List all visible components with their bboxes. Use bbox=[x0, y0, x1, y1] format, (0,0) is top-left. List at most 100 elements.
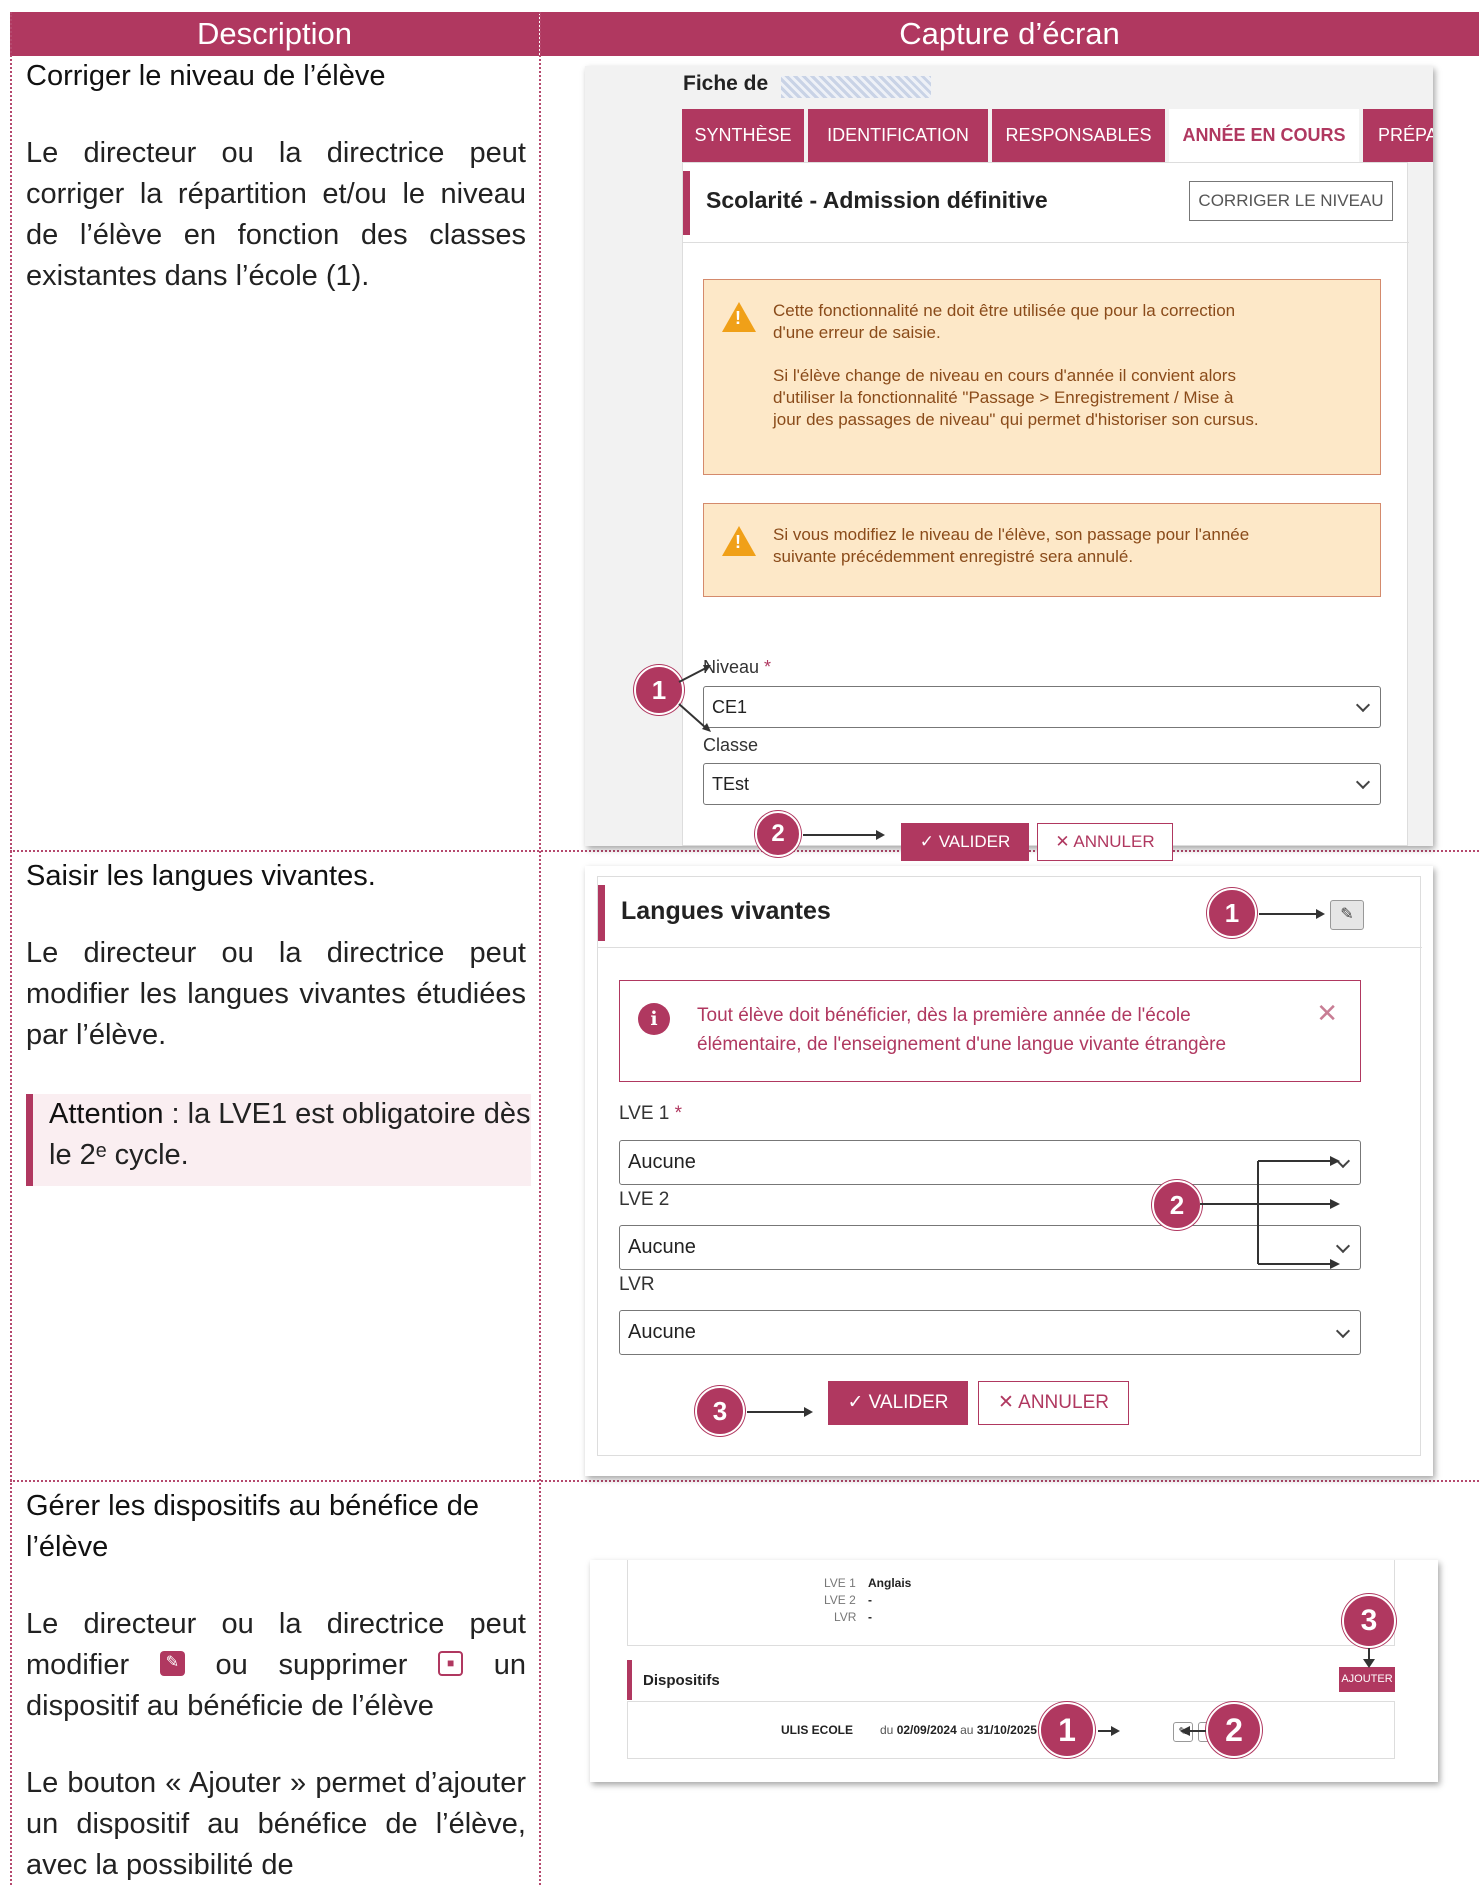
lve1-label-text: LVE 1 bbox=[619, 1103, 670, 1124]
close-icon[interactable]: ✕ bbox=[1316, 999, 1338, 1028]
screenshot-langues-vivantes: Langues vivantes ✎ i Tout élève doit bén… bbox=[585, 866, 1433, 1476]
dispositif-dates: du 02/09/2024 au 31/10/2025 bbox=[880, 1723, 1037, 1737]
lvr-value: Aucune bbox=[628, 1321, 696, 1343]
tab-prepa[interactable]: PRÉPA bbox=[1363, 109, 1433, 162]
info-icon: i bbox=[638, 1003, 670, 1035]
row3-description: Gérer les dispositifs au bénéfice de l’é… bbox=[26, 1486, 526, 1886]
scolarite-panel: Scolarité - Admission définitive CORRIGE… bbox=[682, 162, 1409, 861]
warning1-line: jour des passages de niveau" qui permet … bbox=[773, 410, 1259, 429]
tab-responsables[interactable]: RESPONSABLES bbox=[992, 109, 1165, 162]
row3-paragraph2: Le bouton « Ajouter » permet d’ajouter u… bbox=[26, 1767, 526, 1881]
row-separator bbox=[10, 1480, 1479, 1482]
row1-paragraph: Le directeur ou la directrice peut corri… bbox=[26, 137, 526, 292]
tab-annee-en-cours[interactable]: ANNÉE EN COURS bbox=[1169, 109, 1359, 162]
classe-select[interactable]: TEst bbox=[703, 763, 1381, 805]
chevron-down-icon bbox=[1335, 1323, 1351, 1338]
fiche-title: Fiche de bbox=[683, 72, 769, 95]
callout-arrows-1 bbox=[678, 665, 711, 732]
callout-badge-1: 1 bbox=[1039, 1702, 1095, 1758]
warning1-text: Cette fonctionnalité ne doit être utilis… bbox=[773, 300, 1259, 431]
au-text: au bbox=[960, 1723, 974, 1737]
info-line: élémentaire, de l'enseignement d'une lan… bbox=[697, 1034, 1227, 1055]
tab-synthese[interactable]: SYNTHÈSE bbox=[682, 109, 804, 162]
corriger-niveau-button[interactable]: CORRIGER LE NIVEAU bbox=[1189, 181, 1393, 221]
callout-badge-2: 2 bbox=[1152, 1180, 1202, 1230]
row3-p1-part-b: ou supprimer bbox=[215, 1649, 408, 1681]
row2-title: Saisir les langues vivantes. bbox=[26, 860, 376, 892]
warning2-line: suivante précédemment enregistré sera an… bbox=[773, 547, 1134, 566]
chevron-down-icon bbox=[1355, 697, 1371, 713]
lvr-label: LVR bbox=[619, 1274, 655, 1295]
callout-arrow-3 bbox=[747, 1407, 813, 1417]
lvr-select[interactable]: Aucune bbox=[619, 1310, 1361, 1355]
divider bbox=[598, 947, 1422, 948]
warning-passage: Si vous modifiez le niveau de l'élève, s… bbox=[703, 503, 1381, 597]
info-text: Tout élève doit bénéficier, dès la premi… bbox=[697, 1001, 1226, 1059]
lve1-label: LVE 1 * bbox=[619, 1103, 682, 1125]
callout-badge-3: 3 bbox=[695, 1386, 745, 1436]
classe-value: TEst bbox=[712, 774, 750, 794]
warning1-line: Si l'élève change de niveau en cours d'a… bbox=[773, 366, 1236, 385]
valider-button[interactable]: ✓ VALIDER bbox=[901, 823, 1029, 861]
fiche-header: Fiche de bbox=[585, 66, 1433, 106]
section-bar bbox=[683, 171, 690, 235]
attention-label: Attention bbox=[49, 1098, 164, 1130]
divider bbox=[683, 242, 1409, 243]
callout-arrow-3 bbox=[1363, 1648, 1375, 1668]
lve1-value: Anglais bbox=[868, 1576, 912, 1590]
section-bar bbox=[627, 1660, 632, 1700]
row1-description: Corriger le niveau de l’élève Le directe… bbox=[26, 56, 526, 297]
section-title: Langues vivantes bbox=[621, 897, 831, 925]
callout-arrow-2 bbox=[803, 830, 885, 840]
screenshot-annee-en-cours: Fiche de SYNTHÈSE IDENTIFICATION RESPONS… bbox=[585, 66, 1433, 861]
row1-title: Corriger le niveau de l’élève bbox=[26, 60, 386, 92]
dispositif-name: ULIS ECOLE bbox=[781, 1723, 854, 1737]
header-capture: Capture d’écran bbox=[540, 12, 1479, 56]
lve2-value: - bbox=[868, 1593, 872, 1607]
du-text: du bbox=[880, 1723, 894, 1737]
valider-button[interactable]: ✓ VALIDER bbox=[828, 1381, 968, 1425]
callout-badge-2: 2 bbox=[1206, 1702, 1262, 1758]
info-box: i Tout élève doit bénéficier, dès la pre… bbox=[619, 980, 1361, 1082]
row2-description: Saisir les langues vivantes. Le directeu… bbox=[26, 856, 526, 1056]
lvr-value: - bbox=[868, 1610, 872, 1624]
warning2-text: Si vous modifiez le niveau de l'élève, s… bbox=[773, 524, 1249, 568]
callout-badge-2: 2 bbox=[755, 811, 801, 857]
row3-paragraph1: Le directeur ou la directrice peut modif… bbox=[26, 1604, 526, 1727]
section-title: Scolarité - Admission définitive bbox=[706, 187, 1048, 213]
lve2-value: Aucune bbox=[628, 1236, 696, 1258]
warning2-line: Si vous modifiez le niveau de l'élève, s… bbox=[773, 525, 1250, 544]
attention-note: Attention : la LVE1 est obligatoire dès … bbox=[26, 1094, 531, 1186]
tab-identification[interactable]: IDENTIFICATION bbox=[808, 109, 988, 162]
required-marker: * bbox=[674, 1103, 683, 1124]
pencil-icon[interactable]: ✎ bbox=[1330, 900, 1364, 930]
header-description: Description bbox=[10, 12, 539, 56]
dispositif-row: ULIS ECOLE du 02/09/2024 au 31/10/2025 ✎… bbox=[627, 1701, 1395, 1759]
left-border bbox=[10, 12, 12, 1885]
warning1-line: d'une erreur de saisie. bbox=[773, 323, 941, 342]
annuler-button[interactable]: ✕ ANNULER bbox=[1037, 823, 1173, 861]
warning1-line: Cette fonctionnalité ne doit être utilis… bbox=[773, 301, 1236, 320]
warning-triangle-icon bbox=[722, 302, 756, 332]
pencil-icon: ✎ bbox=[159, 1651, 185, 1676]
lve1-value: Aucune bbox=[628, 1151, 696, 1173]
callout-arrow-2 bbox=[1180, 1726, 1206, 1736]
lve2-label: LVE 2 bbox=[619, 1189, 670, 1210]
tab-bar: SYNTHÈSE IDENTIFICATION RESPONSABLES ANN… bbox=[682, 109, 1433, 162]
dispositifs-title: Dispositifs bbox=[643, 1672, 720, 1689]
chevron-down-icon bbox=[1355, 774, 1371, 790]
date-start: 02/09/2024 bbox=[896, 1723, 957, 1737]
callout-badge-1: 1 bbox=[1207, 888, 1257, 938]
guide-table: Description Capture d’écran Corriger le … bbox=[10, 12, 1479, 1885]
annuler-button[interactable]: ✕ ANNULER bbox=[978, 1381, 1129, 1425]
date-end: 31/10/2025 bbox=[976, 1723, 1037, 1737]
ajouter-button[interactable]: AJOUTER bbox=[1339, 1667, 1395, 1692]
lvr-label: LVR bbox=[834, 1610, 857, 1624]
row2-paragraph: Le directeur ou la directrice peut modif… bbox=[26, 937, 526, 1051]
callout-bracket-2 bbox=[1200, 1156, 1340, 1269]
niveau-select[interactable]: CE1 bbox=[703, 686, 1381, 728]
row-separator bbox=[10, 850, 1479, 852]
langues-summary: LVE 1 Anglais LVE 2 - LVR - bbox=[627, 1560, 1395, 1646]
niveau-value: CE1 bbox=[712, 697, 748, 717]
lve2-label: LVE 2 bbox=[824, 1593, 856, 1607]
